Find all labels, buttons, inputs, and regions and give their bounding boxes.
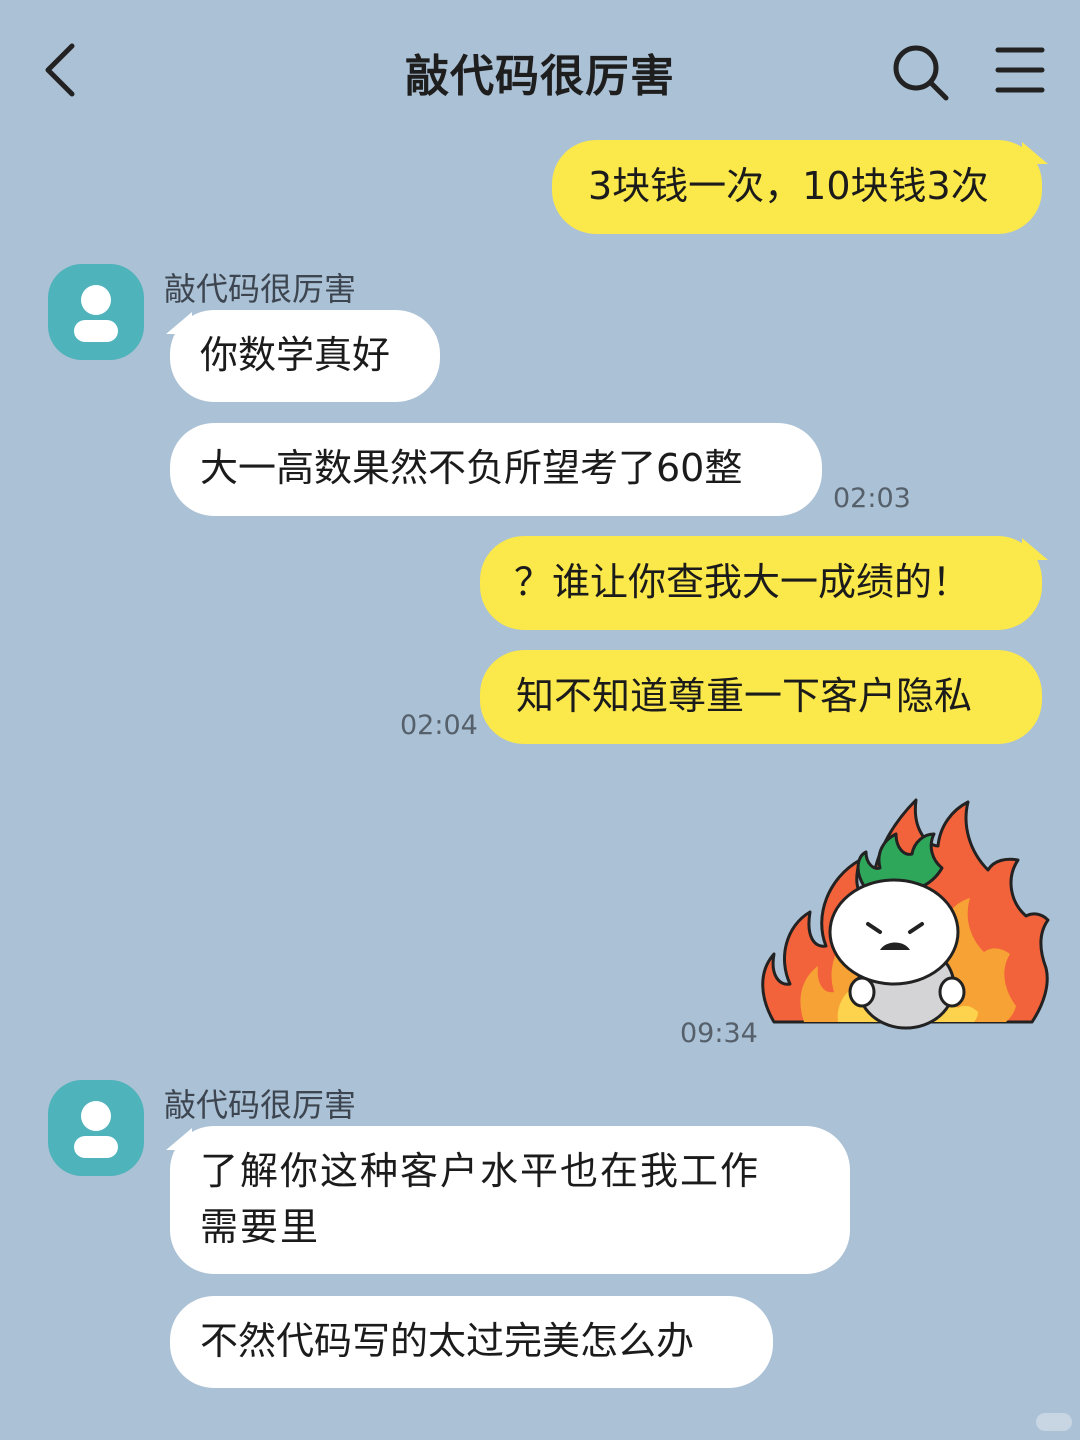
search-icon [893,45,949,101]
search-button[interactable] [888,40,952,104]
outgoing-message-bubble[interactable]: 3块钱一次，10块钱3次 [552,140,1042,234]
outgoing-message-bubble[interactable]: ？谁让你查我大一成绩的！ [480,536,1042,630]
message-timestamp: 09:34 [680,1018,758,1049]
user-icon [74,1101,118,1158]
message-timestamp: 02:04 [400,710,478,741]
message-text-line: 了解你这种客户水平也在我工作 [200,1149,761,1193]
avatar[interactable] [48,264,144,360]
message-text: 你数学真好 [200,333,391,377]
incoming-message-bubble[interactable]: 大一高数果然不负所望考了60整 [170,423,822,516]
sticker-image [761,798,1050,1030]
incoming-message-bubble[interactable]: 你数学真好 [170,310,440,402]
bubble-tail [1022,142,1048,164]
message-timestamp: 02:03 [833,483,911,514]
bubble-tail [1022,538,1048,560]
hamburger-menu-icon [995,47,1045,93]
watermark [1036,1413,1072,1431]
incoming-message-bubble[interactable]: 不然代码写的太过完美怎么办 [170,1296,773,1388]
message-text: 不然代码写的太过完美怎么办 [200,1319,695,1363]
user-icon [74,285,118,342]
outgoing-message-bubble[interactable]: 知不知道尊重一下客户隐私 [480,650,1042,744]
sender-name: 敲代码很厉害 [164,270,357,308]
incoming-message-bubble[interactable]: 了解你这种客户水平也在我工作 需要里 [170,1126,850,1274]
menu-button[interactable] [990,40,1050,100]
message-text: 3块钱一次，10块钱3次 [588,164,989,208]
message-text: 大一高数果然不负所望考了60整 [200,446,743,490]
avatar[interactable] [48,1080,144,1176]
angry-character-on-fire-sticker[interactable] [756,786,1052,1030]
message-text: 知不知道尊重一下客户隐私 [516,674,973,718]
chat-header: 敲代码很厉害 [0,0,1080,140]
message-text-line: 需要里 [200,1205,321,1249]
sender-name: 敲代码很厉害 [164,1086,357,1124]
message-text: ？谁让你查我大一成绩的！ [514,560,971,604]
